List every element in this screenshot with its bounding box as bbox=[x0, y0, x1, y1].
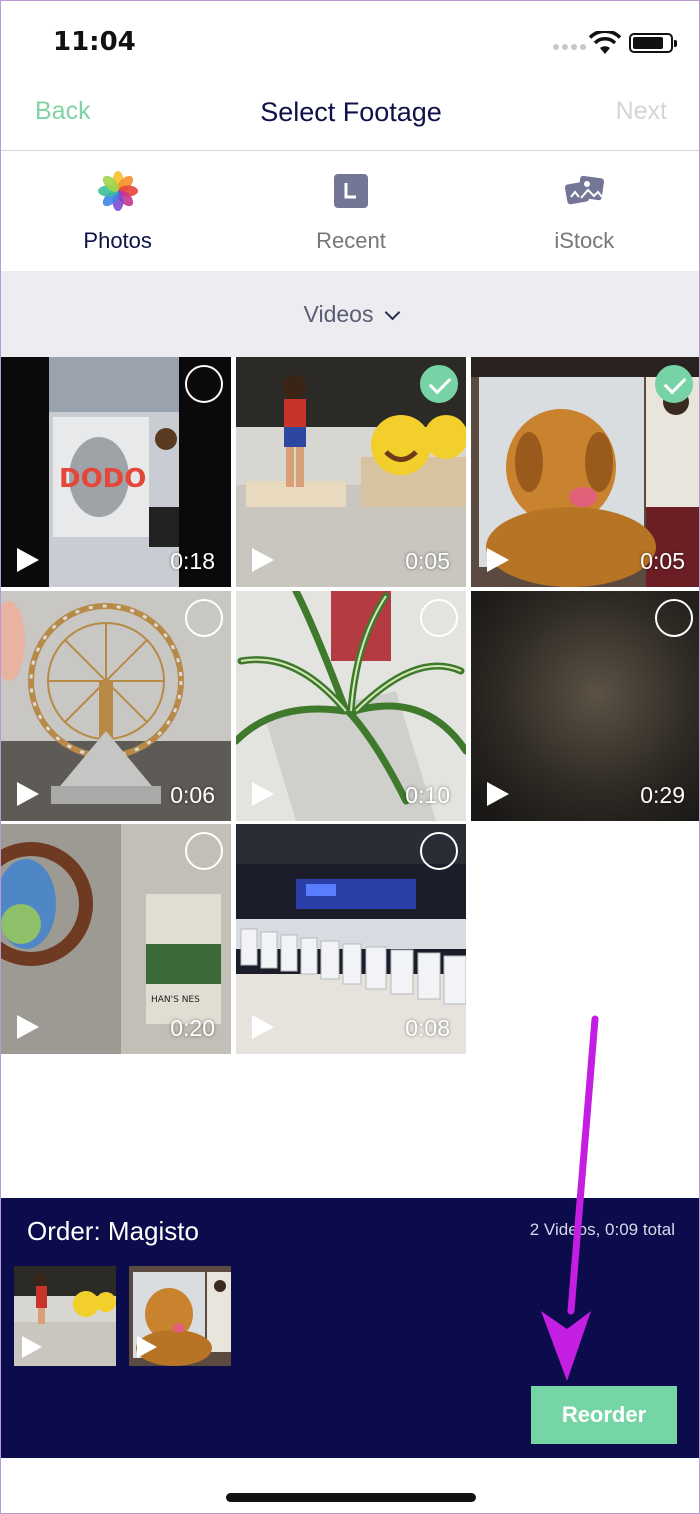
selection-circle[interactable] bbox=[420, 599, 458, 637]
tab-photos[interactable]: Photos bbox=[1, 152, 234, 270]
page-title: Select Footage bbox=[260, 97, 442, 127]
svg-text:HAN'S NES: HAN'S NES bbox=[151, 995, 200, 1005]
selected-check-icon[interactable] bbox=[655, 365, 693, 403]
tab-istock[interactable]: iStock bbox=[468, 152, 699, 270]
video-grid: DODO 0:18 0:05 0:05 0:06 0:10 0:29 HAN'S… bbox=[1, 357, 699, 1057]
tab-recent[interactable]: Recent bbox=[234, 152, 467, 270]
video-duration: 0:20 bbox=[170, 1015, 215, 1041]
navigation-bar: Back Select Footage Next bbox=[1, 89, 699, 151]
selected-check-icon[interactable] bbox=[420, 365, 458, 403]
video-thumbnail[interactable]: 0:06 bbox=[1, 591, 231, 821]
video-thumbnail[interactable]: DODO 0:18 bbox=[1, 357, 231, 587]
reorder-button[interactable]: Reorder bbox=[531, 1386, 677, 1444]
selection-circle[interactable] bbox=[185, 832, 223, 870]
play-icon bbox=[252, 782, 274, 806]
wifi-icon bbox=[589, 31, 621, 54]
istock-icon bbox=[565, 175, 605, 205]
next-button[interactable]: Next bbox=[616, 97, 667, 126]
video-duration: 0:10 bbox=[405, 782, 450, 808]
selection-circle[interactable] bbox=[185, 599, 223, 637]
play-icon bbox=[252, 1015, 274, 1039]
status-time: 11:04 bbox=[53, 27, 136, 57]
video-duration: 0:18 bbox=[170, 548, 215, 574]
status-bar: 11:04 bbox=[1, 1, 699, 89]
video-duration: 0:05 bbox=[640, 548, 685, 574]
play-icon bbox=[487, 782, 509, 806]
recent-icon bbox=[333, 174, 368, 208]
video-thumbnail[interactable]: 0:08 bbox=[236, 824, 466, 1054]
tab-istock-label: iStock bbox=[554, 228, 615, 253]
media-filter-dropdown[interactable]: Videos bbox=[1, 271, 699, 357]
selected-clip[interactable] bbox=[129, 1266, 231, 1366]
play-icon bbox=[22, 1336, 42, 1358]
chevron-down-icon bbox=[385, 304, 401, 321]
battery-icon bbox=[629, 33, 677, 53]
video-duration: 0:29 bbox=[640, 782, 685, 808]
video-duration: 0:08 bbox=[405, 1015, 450, 1041]
source-tabs: Photos Recent iStock bbox=[1, 152, 699, 270]
svg-text:DODO: DODO bbox=[59, 464, 146, 494]
photos-icon bbox=[97, 171, 138, 211]
video-duration: 0:05 bbox=[405, 548, 450, 574]
video-thumbnail[interactable]: 0:05 bbox=[471, 357, 699, 587]
selection-circle[interactable] bbox=[420, 832, 458, 870]
play-icon bbox=[17, 1015, 39, 1039]
screen: 11:04 Back Select Footage Next Photos Re… bbox=[0, 0, 700, 1514]
selection-circle[interactable] bbox=[655, 599, 693, 637]
annotation-arrow bbox=[541, 1015, 599, 1381]
tab-photos-label: Photos bbox=[83, 228, 152, 253]
selected-clip[interactable] bbox=[14, 1266, 116, 1366]
order-title: Order: Magisto bbox=[27, 1216, 199, 1246]
video-thumbnail[interactable]: 0:10 bbox=[236, 591, 466, 821]
home-indicator[interactable] bbox=[226, 1493, 476, 1502]
play-icon bbox=[252, 548, 274, 572]
video-thumbnail[interactable]: 0:05 bbox=[236, 357, 466, 587]
tab-recent-label: Recent bbox=[316, 228, 386, 253]
cellular-signal-icon bbox=[553, 44, 586, 50]
video-thumbnail[interactable]: HAN'S NES 0:20 bbox=[1, 824, 231, 1054]
video-duration: 0:06 bbox=[170, 782, 215, 808]
play-icon bbox=[487, 548, 509, 572]
play-icon bbox=[17, 782, 39, 806]
selection-circle[interactable] bbox=[185, 365, 223, 403]
video-thumbnail[interactable]: 0:29 bbox=[471, 591, 699, 821]
play-icon bbox=[137, 1336, 157, 1358]
filter-label: Videos bbox=[303, 301, 374, 327]
play-icon bbox=[17, 548, 39, 572]
